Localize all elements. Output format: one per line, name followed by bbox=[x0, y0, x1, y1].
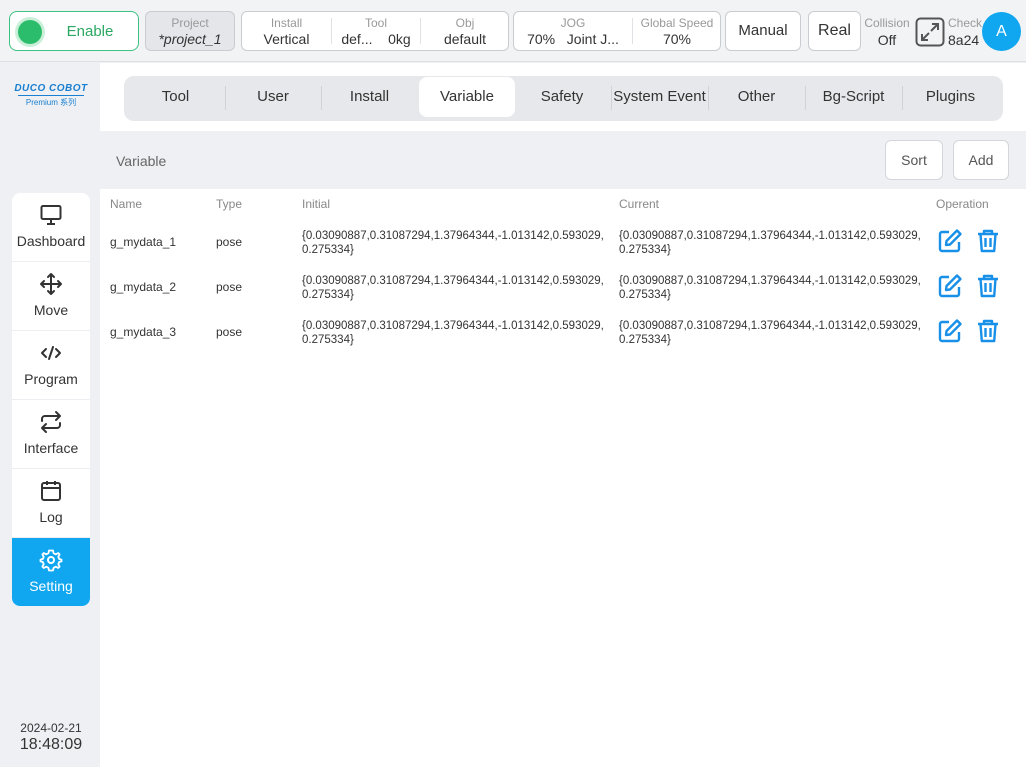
project-selector[interactable]: Project *project_1 bbox=[145, 11, 235, 51]
variable-initial: {0.03090887,0.31087294,1.37964344,-1.013… bbox=[302, 230, 604, 256]
add-button[interactable]: Add bbox=[953, 140, 1009, 180]
project-label: Project bbox=[171, 16, 209, 30]
obj-value: default bbox=[443, 31, 487, 47]
variable-current: {0.03090887,0.31087294,1.37964344,-1.013… bbox=[619, 275, 921, 301]
column-header-initial: Initial bbox=[302, 197, 331, 211]
variable-initial: {0.03090887,0.31087294,1.37964344,-1.013… bbox=[302, 320, 604, 346]
sidebar-nav: Dashboard Move Program Interface Log Set… bbox=[12, 193, 90, 606]
delete-trash-icon[interactable] bbox=[975, 273, 1001, 299]
tool-label: Tool bbox=[364, 16, 387, 30]
real-mode-button[interactable]: Real bbox=[808, 11, 861, 51]
logo-brand: DUCO COBOT bbox=[14, 83, 88, 94]
tab-variable[interactable]: Variable bbox=[419, 77, 515, 117]
obj-cell[interactable]: Obj default bbox=[421, 12, 509, 50]
variable-current: {0.03090887,0.31087294,1.37964344,-1.013… bbox=[619, 320, 921, 346]
delete-trash-icon[interactable] bbox=[975, 228, 1001, 254]
tool-payload: 0kg bbox=[388, 31, 411, 47]
tab-user[interactable]: User bbox=[225, 77, 321, 117]
global-speed-value: 70% bbox=[662, 31, 692, 47]
sidebar-item-label: Log bbox=[39, 509, 63, 525]
tool-value: def... 0kg bbox=[332, 31, 420, 47]
calendar-icon bbox=[41, 481, 61, 501]
user-avatar[interactable]: A bbox=[982, 12, 1021, 51]
variable-name: g_mydata_2 bbox=[110, 280, 177, 294]
logo-subtitle: Premium 系列 bbox=[25, 98, 77, 107]
install-cell[interactable]: Install Vertical bbox=[242, 12, 331, 50]
enable-button[interactable]: Enable bbox=[9, 11, 139, 51]
tab-system-event[interactable]: System Event bbox=[611, 77, 708, 117]
variable-initial: {0.03090887,0.31087294,1.37964344,-1.013… bbox=[302, 275, 604, 301]
duco-cobot-logo: DUCO COBOT Premium 系列 bbox=[12, 83, 90, 108]
sidebar-item-label: Program bbox=[24, 371, 78, 387]
system-date: 2024-02-21 bbox=[20, 721, 82, 735]
delete-trash-icon[interactable] bbox=[975, 318, 1001, 344]
code-icon bbox=[41, 346, 61, 360]
enable-status-dot bbox=[18, 20, 42, 44]
sidebar-item-dashboard[interactable]: Dashboard bbox=[12, 193, 90, 262]
section-title: Variable bbox=[116, 153, 167, 169]
gear-icon bbox=[39, 549, 63, 572]
check-label: Check bbox=[948, 16, 983, 30]
edit-icon[interactable] bbox=[937, 228, 963, 254]
variable-name: g_mydata_1 bbox=[110, 235, 177, 249]
edit-icon[interactable] bbox=[937, 318, 963, 344]
monitor-icon bbox=[40, 205, 62, 225]
column-header-type: Type bbox=[216, 197, 243, 211]
move-arrows-icon bbox=[40, 273, 62, 295]
sidebar-item-label: Move bbox=[33, 302, 69, 318]
tool-cell[interactable]: Tool def... 0kg bbox=[332, 12, 420, 50]
collision-status[interactable]: Collision Off bbox=[864, 16, 910, 48]
install-label: Install bbox=[270, 16, 303, 30]
sidebar-item-log[interactable]: Log bbox=[12, 469, 90, 538]
variable-type: pose bbox=[216, 235, 243, 249]
sidebar-item-move[interactable]: Move bbox=[12, 262, 90, 331]
tab-other[interactable]: Other bbox=[708, 77, 805, 117]
column-header-operation: Operation bbox=[936, 197, 989, 211]
column-header-current: Current bbox=[619, 197, 660, 211]
tab-tool[interactable]: Tool bbox=[127, 77, 224, 117]
repeat-icon bbox=[41, 411, 61, 433]
variable-type: pose bbox=[216, 280, 243, 294]
top-bar: Enable Project *project_1 Install Vertic… bbox=[0, 0, 1026, 62]
sort-button[interactable]: Sort bbox=[885, 140, 943, 180]
manual-mode-button[interactable]: Manual bbox=[725, 11, 801, 51]
tab-safety[interactable]: Safety bbox=[515, 77, 609, 117]
jog-value: 70% Joint J... bbox=[514, 31, 632, 47]
tab-install[interactable]: Install bbox=[321, 77, 418, 117]
sidebar-item-interface[interactable]: Interface bbox=[12, 400, 90, 469]
column-header-name: Name bbox=[110, 197, 143, 211]
global-speed-label: Global Speed bbox=[640, 16, 714, 30]
check-value: 8a24 bbox=[948, 32, 980, 48]
project-value: *project_1 bbox=[158, 31, 222, 47]
sidebar-item-label: Interface bbox=[23, 440, 79, 456]
logo-underline bbox=[18, 95, 84, 96]
jog-percent: 70% bbox=[527, 31, 556, 47]
collision-value: Off bbox=[877, 32, 897, 48]
jog-mode: Joint J... bbox=[566, 31, 619, 47]
variable-current: {0.03090887,0.31087294,1.37964344,-1.013… bbox=[619, 230, 921, 256]
sidebar-item-label: Dashboard bbox=[16, 233, 86, 249]
tab-plugins[interactable]: Plugins bbox=[902, 77, 999, 117]
check-status[interactable]: Check 8a24 bbox=[948, 16, 982, 48]
system-time: 18:48:09 bbox=[19, 736, 83, 753]
jog-label: JOG bbox=[560, 16, 586, 30]
sidebar-item-label: Setting bbox=[29, 578, 73, 594]
system-datetime: 2024-02-21 18:48:09 bbox=[12, 721, 90, 754]
install-tool-obj-group[interactable]: Install Vertical Tool def... 0kg Obj def… bbox=[241, 11, 509, 51]
sidebar-item-program[interactable]: Program bbox=[12, 331, 90, 400]
enable-label: Enable bbox=[66, 23, 114, 40]
expand-icon[interactable] bbox=[915, 17, 945, 47]
edit-icon[interactable] bbox=[937, 273, 963, 299]
jog-speed-group[interactable]: JOG 70% Joint J... Global Speed 70% bbox=[513, 11, 721, 51]
obj-label: Obj bbox=[455, 16, 475, 30]
tab-bg-script[interactable]: Bg-Script bbox=[805, 77, 902, 117]
global-speed-cell[interactable]: Global Speed 70% bbox=[633, 12, 721, 50]
collision-label: Collision bbox=[864, 16, 910, 30]
variable-name: g_mydata_3 bbox=[110, 325, 177, 339]
install-value: Vertical bbox=[263, 31, 310, 47]
sidebar-item-setting[interactable]: Setting bbox=[12, 538, 90, 606]
variable-type: pose bbox=[216, 325, 243, 339]
jog-cell[interactable]: JOG 70% Joint J... bbox=[514, 12, 632, 50]
tool-name: def... bbox=[341, 31, 373, 47]
